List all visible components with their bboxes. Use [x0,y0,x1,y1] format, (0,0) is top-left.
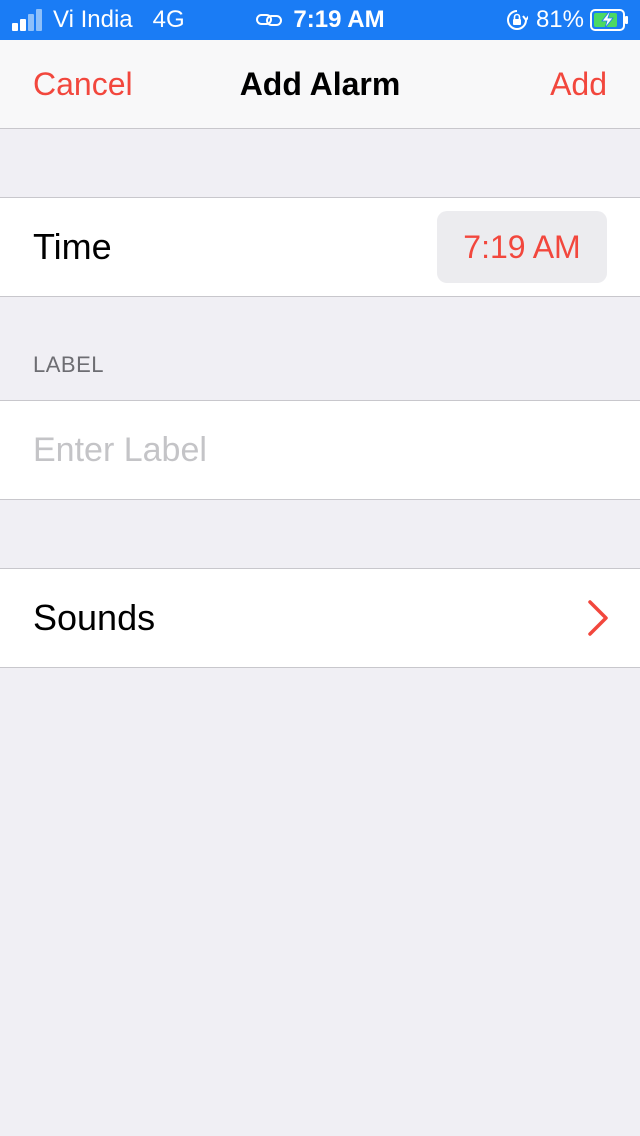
status-left: Vi India 4G [12,0,185,40]
nav-bar: Cancel Add Alarm Add [0,40,640,129]
carrier-name: Vi India [53,6,133,33]
add-button[interactable]: Add [550,40,607,128]
battery-charging-icon [590,9,630,31]
cancel-button[interactable]: Cancel [33,40,133,128]
chevron-right-icon [588,600,608,636]
label-row [0,400,640,500]
time-picker-button[interactable]: 7:19 AM [437,211,607,283]
status-right: 81% [506,0,630,40]
status-bar: Vi India 4G 7:19 AM 81% [0,0,640,40]
battery-percent: 81% [535,6,584,33]
time-row-label: Time [33,226,112,267]
time-row: Time 7:19 AM [0,197,640,297]
link-icon [255,11,283,29]
status-time: 7:19 AM [293,6,385,33]
sounds-row-label: Sounds [33,597,156,638]
signal-icon [12,9,44,31]
label-input[interactable] [33,401,608,499]
sounds-row[interactable]: Sounds [0,568,640,668]
orientation-lock-icon [506,9,528,31]
network-type: 4G [152,6,185,33]
label-section-header: LABEL [33,352,104,377]
